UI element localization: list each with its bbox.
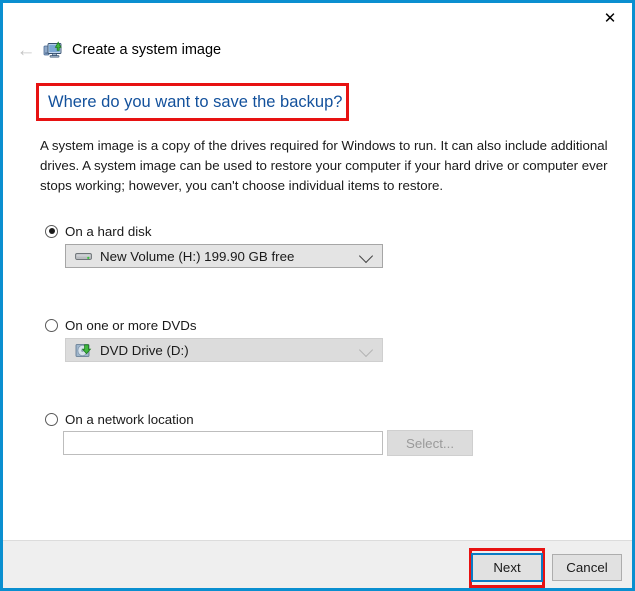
- option-dvds: On one or more DVDs: [45, 316, 197, 334]
- select-button[interactable]: Select...: [387, 430, 473, 456]
- hard-disk-dropdown[interactable]: New Volume (H:) 199.90 GB free: [65, 244, 383, 268]
- window-client-area: ✕ ← Create a system image Where do you w…: [3, 3, 632, 588]
- option-hard-disk: On a hard disk: [45, 222, 151, 240]
- next-button[interactable]: Next: [471, 553, 543, 582]
- radio-hard-disk-label: On a hard disk: [65, 223, 152, 239]
- close-button[interactable]: ✕: [588, 3, 632, 33]
- radio-dvds-label: On one or more DVDs: [65, 317, 197, 333]
- radio-network-location[interactable]: On a network location: [45, 410, 194, 428]
- close-icon: ✕: [603, 9, 617, 27]
- dvd-dropdown-value: DVD Drive (D:): [100, 342, 189, 358]
- dvd-disc-icon: [75, 343, 92, 358]
- description-text: A system image is a copy of the drives r…: [40, 138, 608, 193]
- radio-dvds[interactable]: On one or more DVDs: [45, 316, 197, 334]
- network-location-input[interactable]: [63, 431, 383, 455]
- computer-backup-icon: [43, 40, 63, 60]
- chevron-down-icon: [358, 342, 374, 358]
- next-button-label: Next: [493, 560, 521, 575]
- cancel-button-label: Cancel: [566, 560, 608, 575]
- title-bar: ✕ ← Create a system image: [3, 3, 632, 69]
- radio-network-location-indicator: [45, 412, 58, 426]
- heading-highlight-box: Where do you want to save the backup?: [36, 83, 349, 121]
- hard-disk-dropdown-value: New Volume (H:) 199.90 GB free: [100, 248, 295, 264]
- radio-hard-disk[interactable]: On a hard disk: [45, 222, 151, 240]
- option-network-location: On a network location: [45, 410, 194, 428]
- chevron-down-icon: [358, 248, 374, 264]
- cancel-button[interactable]: Cancel: [552, 554, 622, 581]
- hard-drive-icon: [75, 249, 92, 264]
- select-button-label: Select...: [405, 435, 455, 451]
- radio-dvds-indicator: [45, 318, 58, 332]
- page-title: Where do you want to save the backup?: [48, 92, 343, 111]
- radio-hard-disk-indicator: [45, 224, 58, 238]
- navigation-row: ← Create a system image: [3, 33, 222, 67]
- back-icon[interactable]: ←: [11, 41, 41, 60]
- create-system-image-window: ✕ ← Create a system image Where do you w…: [0, 0, 635, 591]
- window-title: Create a system image: [72, 42, 222, 58]
- dvd-dropdown[interactable]: DVD Drive (D:): [65, 338, 383, 362]
- radio-network-location-label: On a network location: [65, 411, 194, 427]
